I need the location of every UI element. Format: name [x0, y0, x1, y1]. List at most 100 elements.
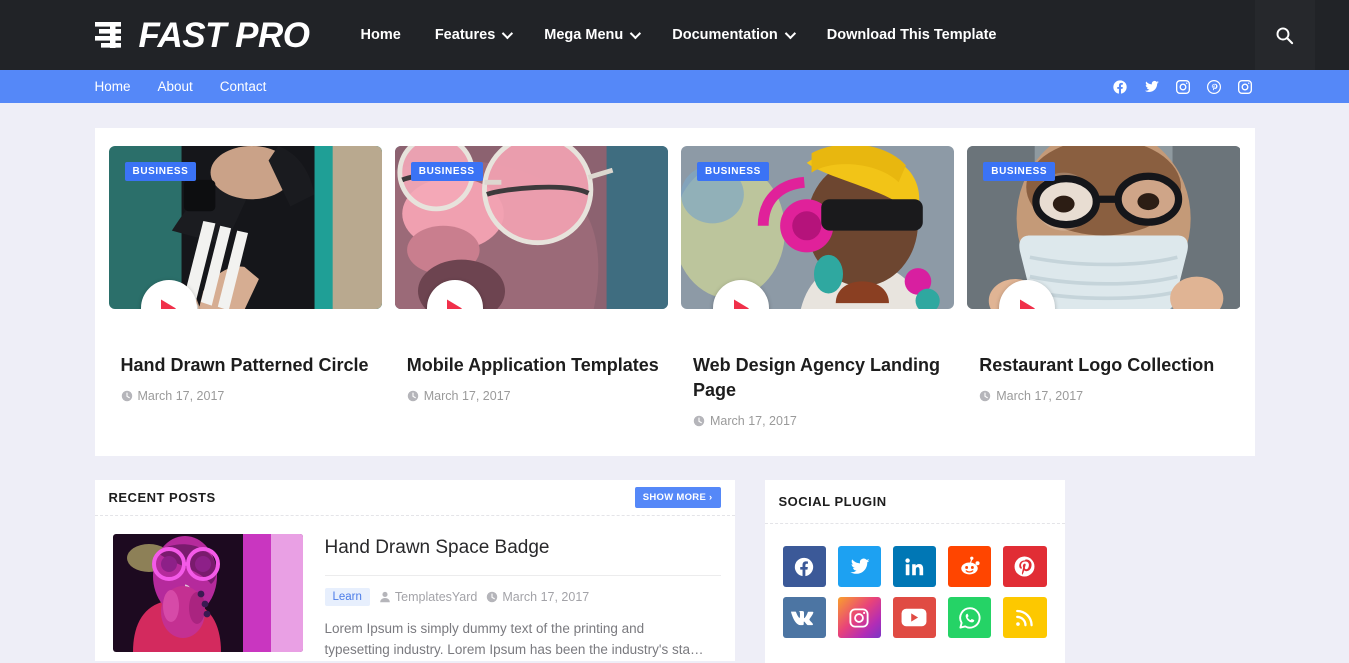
pinterest-icon[interactable]: [1206, 79, 1222, 95]
search-icon: [1276, 27, 1294, 44]
social-link-reddit[interactable]: [948, 546, 992, 588]
instagram-icon[interactable]: [1175, 79, 1191, 95]
clock-icon: [980, 390, 991, 402]
nav-item-features[interactable]: Features: [418, 0, 527, 70]
show-more-button[interactable]: SHOW MORE ›: [634, 487, 721, 509]
subnav-item-contact[interactable]: Contact: [220, 79, 281, 94]
site-logo[interactable]: FAST PRO: [94, 0, 344, 70]
youtube-icon: [902, 609, 927, 627]
featured-card: BUSINESS Hand Drawn Patterned Circle Mar…: [108, 146, 382, 428]
date-text: March 17, 2017: [423, 389, 511, 404]
date-text: March 17, 2017: [502, 590, 590, 605]
secondary-nav: Home About Contact: [95, 79, 294, 94]
play-icon: [733, 299, 749, 309]
play-icon: [447, 299, 463, 309]
header-social-links: [1112, 79, 1255, 95]
social-plugin-grid: [765, 524, 1065, 663]
chevron-down-icon: [502, 27, 514, 40]
featured-title[interactable]: Web Design Agency Landing Page: [681, 353, 954, 403]
panel-title: SOCIAL PLUGIN: [778, 494, 887, 510]
instagram-icon: [849, 608, 869, 628]
social-link-facebook[interactable]: [782, 546, 826, 588]
reddit-icon: [961, 557, 980, 575]
social-link-vk[interactable]: [782, 597, 826, 639]
subnav-item-about[interactable]: About: [158, 79, 207, 94]
author-name: TemplatesYard: [394, 590, 478, 605]
chevron-down-icon: [784, 27, 796, 40]
search-button[interactable]: [1254, 0, 1315, 70]
nav-label: Mega Menu: [544, 27, 624, 43]
play-icon: [1019, 299, 1035, 309]
clock-icon: [693, 416, 705, 427]
social-link-whatsapp[interactable]: [948, 597, 992, 639]
category-badge[interactable]: BUSINESS: [124, 162, 197, 181]
social-link-youtube[interactable]: [892, 597, 937, 639]
social-link-rss[interactable]: [1003, 597, 1047, 639]
post-title[interactable]: Hand Drawn Space Badge: [324, 536, 721, 577]
logo-text: FAST PRO: [138, 15, 311, 55]
facebook-icon[interactable]: [1112, 79, 1128, 95]
featured-thumbnail[interactable]: BUSINESS: [681, 146, 955, 309]
social-link-instagram[interactable]: [837, 597, 881, 639]
subnav-item-home[interactable]: Home: [95, 79, 145, 94]
nav-item-mega-menu[interactable]: Mega Menu: [527, 0, 655, 70]
user-icon: [380, 591, 390, 603]
featured-card: BUSINESS Restaurant Logo Collection Marc…: [967, 146, 1241, 428]
social-link-pinterest[interactable]: [1003, 546, 1047, 588]
social-link-twitter[interactable]: [837, 546, 881, 588]
date-text: March 17, 2017: [710, 414, 797, 429]
featured-card: BUSINESS Mobile Application Templates Ma…: [394, 146, 668, 428]
social-link-linkedin[interactable]: [892, 546, 937, 588]
featured-thumbnail[interactable]: BUSINESS: [967, 146, 1241, 309]
date-text: March 17, 2017: [996, 389, 1084, 404]
main-nav: Home Features Mega Menu Documentation Do…: [344, 0, 1014, 70]
whatsapp-icon: [958, 607, 981, 629]
clock-icon: [487, 591, 498, 603]
featured-card: BUSINESS Web Design Agency Landing Page …: [681, 146, 955, 428]
featured-thumbnail[interactable]: BUSINESS: [394, 146, 668, 309]
twitter-icon: [850, 558, 870, 574]
fast-lines-icon: [94, 22, 121, 48]
chevron-down-icon: [629, 27, 642, 40]
post-thumbnail[interactable]: [112, 534, 303, 653]
vk-icon: [791, 610, 814, 626]
featured-title[interactable]: Mobile Application Templates: [395, 353, 668, 378]
twitter-icon[interactable]: [1143, 79, 1160, 95]
nav-label: Features: [434, 27, 496, 43]
rss-icon: [1016, 610, 1034, 627]
nav-label: Home: [360, 27, 401, 43]
featured-title[interactable]: Restaurant Logo Collection: [967, 353, 1240, 378]
featured-posts-section: BUSINESS Hand Drawn Patterned Circle Mar…: [94, 128, 1255, 457]
nav-item-documentation[interactable]: Documentation: [655, 0, 810, 70]
category-badge[interactable]: BUSINESS: [410, 162, 483, 181]
featured-title[interactable]: Hand Drawn Patterned Circle: [109, 353, 382, 378]
facebook-icon: [794, 557, 814, 576]
featured-date: March 17, 2017: [395, 389, 668, 403]
post-excerpt: Lorem Ipsum is simply dummy text of the …: [324, 621, 704, 657]
recent-posts-header: RECENT POSTS SHOW MORE ›: [94, 480, 735, 517]
post-date: March 17, 2017: [486, 590, 589, 604]
date-text: March 17, 2017: [137, 389, 225, 404]
social-plugin-header: SOCIAL PLUGIN: [764, 480, 1065, 525]
site-header: FAST PRO Home Features Mega Menu Documen…: [0, 0, 1349, 70]
recent-posts-panel: RECENT POSTS SHOW MORE › Hand Drawn Spac…: [94, 480, 735, 661]
post-meta: Learn TemplatesYard March 17, 2017: [324, 588, 721, 607]
featured-date: March 17, 2017: [109, 389, 382, 403]
clock-icon: [407, 390, 418, 402]
featured-date: March 17, 2017: [967, 389, 1240, 403]
play-icon: [161, 299, 176, 309]
instagram-icon[interactable]: [1237, 79, 1253, 95]
clock-icon: [121, 390, 132, 402]
nav-item-download-this-template[interactable]: Download This Template: [810, 0, 1014, 70]
featured-date: March 17, 2017: [681, 414, 954, 428]
category-badge[interactable]: BUSINESS: [983, 162, 1056, 181]
featured-thumbnail[interactable]: BUSINESS: [108, 146, 382, 309]
category-badge[interactable]: BUSINESS: [697, 162, 769, 181]
nav-label: Download This Template: [826, 27, 997, 43]
panel-title: RECENT POSTS: [108, 490, 216, 506]
pinterest-icon: [1014, 556, 1035, 577]
post-list-item: Hand Drawn Space Badge Learn TemplatesYa…: [95, 516, 735, 661]
post-tag[interactable]: Learn: [324, 588, 370, 607]
post-author: TemplatesYard: [379, 590, 477, 604]
nav-item-home[interactable]: Home: [344, 0, 418, 70]
